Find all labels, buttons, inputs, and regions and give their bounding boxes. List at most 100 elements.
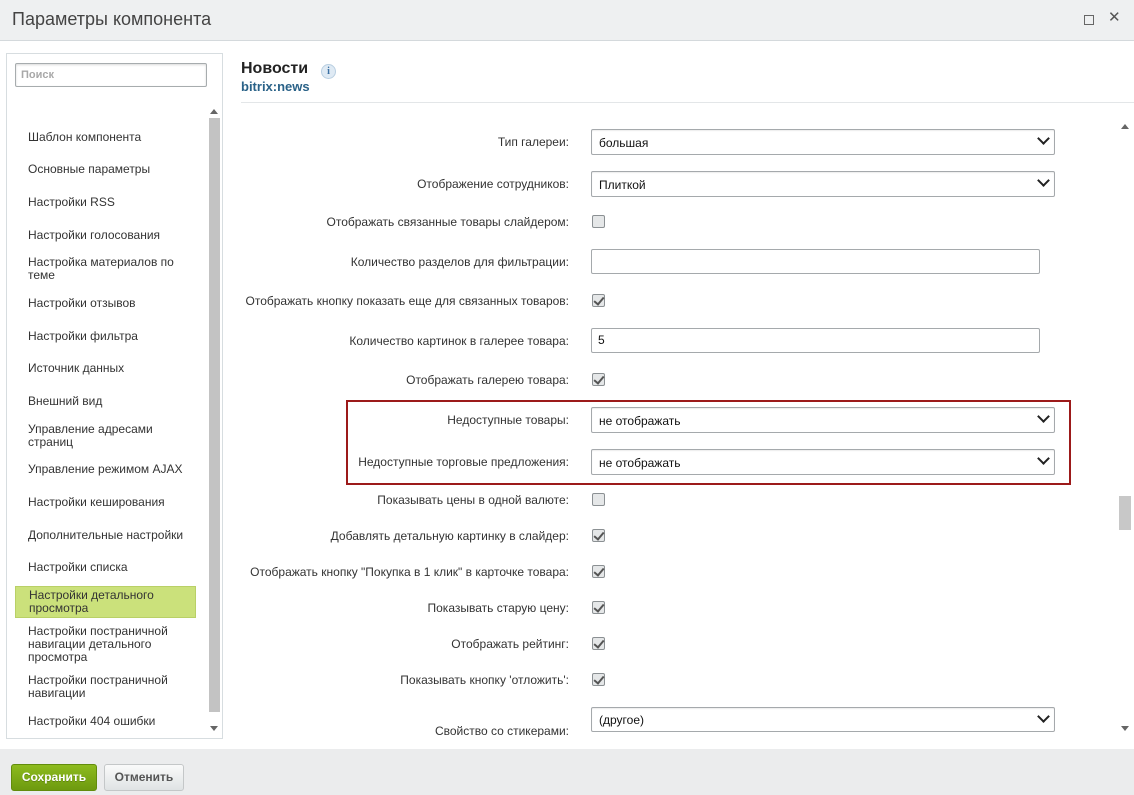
title-bar: Параметры компонента ✕: [0, 0, 1134, 41]
param-label: Недоступные товары:: [447, 413, 569, 427]
dialog-body: Шаблон компонента Основные параметры Нас…: [0, 41, 1134, 749]
param-row-rating: Отображать рейтинг:: [241, 631, 1121, 657]
param-row-staff-display: Отображение сотрудников: Плиткой: [241, 171, 1121, 197]
filter-sections-input[interactable]: [591, 249, 1040, 274]
cancel-button[interactable]: Отменить: [104, 764, 184, 791]
param-label: Показывать кнопку 'отложить':: [400, 673, 569, 687]
select-value: не отображать: [599, 414, 681, 428]
sidebar-item-related-materials[interactable]: Настройка материалов по теме: [15, 254, 196, 284]
rating-checkbox[interactable]: [592, 637, 605, 650]
show-gallery-checkbox[interactable]: [592, 373, 605, 386]
param-row-show-gallery: Отображать галерею товара:: [241, 367, 1121, 393]
component-code: bitrix:news: [241, 79, 310, 94]
scrollbar-thumb[interactable]: [209, 118, 220, 712]
param-label: Отображать связанные товары слайдером:: [326, 215, 569, 229]
param-label: Показывать старую цену:: [427, 601, 570, 615]
detail-slider-checkbox[interactable]: [592, 529, 605, 542]
param-row-related-slider: Отображать связанные товары слайдером:: [241, 209, 1121, 235]
window-title: Параметры компонента: [12, 9, 212, 29]
component-name: Новости: [241, 60, 309, 77]
param-label: Отображать рейтинг:: [451, 637, 569, 651]
search-input[interactable]: [15, 63, 207, 87]
select-value: не отображать: [599, 456, 681, 470]
param-row-one-click: Отображать кнопку "Покупка в 1 клик" в к…: [241, 559, 1121, 585]
gallery-count-input[interactable]: 5: [591, 328, 1040, 353]
search-box: [15, 63, 207, 87]
param-label: Отображать кнопку показать еще для связа…: [245, 294, 569, 308]
save-button[interactable]: Сохранить: [11, 764, 97, 791]
sidebar-item-data-source[interactable]: Источник данных: [15, 360, 196, 377]
gallery-type-select[interactable]: большая: [591, 129, 1055, 155]
single-currency-checkbox[interactable]: [592, 493, 605, 506]
param-row-delay-button: Показывать кнопку 'отложить':: [241, 667, 1121, 693]
select-value: (другое): [599, 713, 644, 727]
param-label: Недоступные торговые предложения:: [358, 455, 569, 469]
param-label: Количество картинок в галерее товара:: [349, 334, 569, 348]
chevron-down-icon: [1037, 410, 1050, 423]
scroll-up-icon[interactable]: [210, 109, 218, 114]
sidebar-item-filter[interactable]: Настройки фильтра: [15, 328, 196, 345]
sidebar: Шаблон компонента Основные параметры Нас…: [6, 53, 223, 739]
header-divider: [241, 102, 1134, 103]
scrollbar-thumb[interactable]: [1119, 496, 1131, 530]
select-value: Плиткой: [599, 178, 646, 192]
select-value: большая: [599, 136, 649, 150]
sidebar-item-voting[interactable]: Настройки голосования: [15, 227, 196, 244]
chevron-down-icon: [1037, 132, 1050, 145]
sidebar-item-template[interactable]: Шаблон компонента: [15, 129, 196, 146]
param-row-unavailable-products: Недоступные товары: не отображать: [241, 407, 1121, 433]
chevron-down-icon: [1037, 174, 1050, 187]
scroll-down-icon[interactable]: [1121, 726, 1129, 731]
param-row-old-price: Показывать старую цену:: [241, 595, 1121, 621]
param-row-unavailable-offers: Недоступные торговые предложения: не ото…: [241, 449, 1121, 475]
param-label: Тип галереи:: [497, 135, 569, 149]
dialog-footer: Сохранить Отменить: [0, 749, 1134, 795]
param-label: Свойство со стикерами:: [434, 724, 569, 737]
param-row-filter-sections: Количество разделов для фильтрации:: [241, 249, 1121, 275]
param-row-detail-slider: Добавлять детальную картинку в слайдер:: [241, 523, 1121, 549]
unavailable-offers-select[interactable]: не отображать: [591, 449, 1055, 475]
sidebar-item-detail-pagination[interactable]: Настройки постраничной навигации детальн…: [15, 623, 196, 666]
sidebar-scrollbar[interactable]: [207, 106, 222, 739]
close-icon[interactable]: ✕: [1108, 10, 1121, 25]
old-price-checkbox[interactable]: [592, 601, 605, 614]
one-click-checkbox[interactable]: [592, 565, 605, 578]
show-more-related-checkbox[interactable]: [592, 294, 605, 307]
info-icon[interactable]: i: [321, 64, 336, 79]
scroll-up-icon[interactable]: [1121, 124, 1129, 129]
related-slider-checkbox[interactable]: [592, 215, 605, 228]
component-header: Новости bitrix:news i: [241, 60, 336, 94]
param-label: Показывать цены в одной валюте:: [377, 493, 569, 507]
sidebar-item-main-params[interactable]: Основные параметры: [15, 161, 196, 178]
param-row-gallery-type: Тип галереи: большая: [241, 129, 1121, 155]
sidebar-item-list[interactable]: Настройки списка: [15, 559, 196, 576]
chevron-down-icon: [1037, 710, 1050, 723]
sidebar-item-rss[interactable]: Настройки RSS: [15, 194, 196, 211]
sidebar-item-reviews[interactable]: Настройки отзывов: [15, 295, 196, 312]
sidebar-item-page-urls[interactable]: Управление адресами страниц: [15, 421, 196, 451]
sidebar-item-additional[interactable]: Дополнительные настройки: [15, 527, 196, 544]
sidebar-item-detail-view[interactable]: Настройки детального просмотра: [15, 586, 196, 618]
param-label: Отображать кнопку "Покупка в 1 клик" в к…: [250, 565, 569, 579]
param-row-single-currency: Показывать цены в одной валюте:: [241, 487, 1121, 513]
content-scrollbar[interactable]: [1117, 119, 1134, 737]
param-row-show-more-related: Отображать кнопку показать еще для связа…: [241, 288, 1121, 314]
scroll-down-icon[interactable]: [210, 726, 218, 731]
maximize-icon[interactable]: [1084, 15, 1094, 25]
sidebar-item-appearance[interactable]: Внешний вид: [15, 393, 196, 410]
sidebar-item-ajax[interactable]: Управление режимом AJAX: [15, 461, 196, 478]
unavailable-products-select[interactable]: не отображать: [591, 407, 1055, 433]
sidebar-item-404[interactable]: Настройки 404 ошибки: [15, 713, 196, 730]
chevron-down-icon: [1037, 452, 1050, 465]
param-label: Добавлять детальную картинку в слайдер:: [330, 529, 569, 543]
stickers-select[interactable]: (другое): [591, 707, 1055, 732]
sidebar-item-pagination[interactable]: Настройки постраничной навигации: [15, 672, 196, 702]
sidebar-item-caching[interactable]: Настройки кеширования: [15, 494, 196, 511]
param-label: Количество разделов для фильтрации:: [350, 255, 569, 269]
param-label: Отображение сотрудников:: [417, 177, 569, 191]
param-row-gallery-count: Количество картинок в галерее товара: 5: [241, 328, 1121, 354]
delay-button-checkbox[interactable]: [592, 673, 605, 686]
staff-display-select[interactable]: Плиткой: [591, 171, 1055, 197]
param-row-stickers: Свойство со стикерами: (другое): [241, 707, 1121, 737]
param-label: Отображать галерею товара:: [406, 373, 569, 387]
